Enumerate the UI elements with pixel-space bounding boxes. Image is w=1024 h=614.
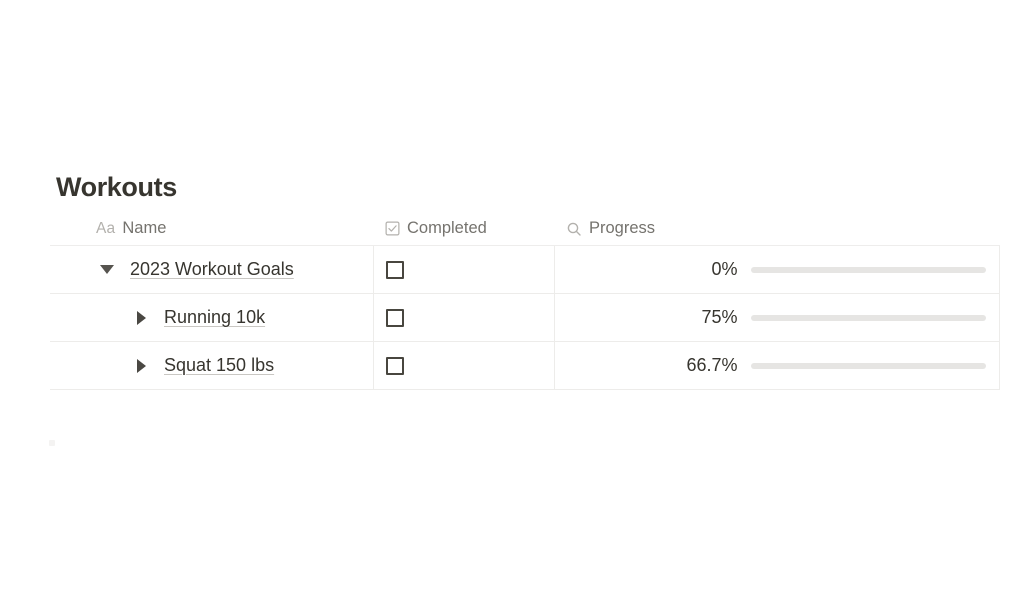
page-title: Workouts: [56, 172, 177, 202]
toggle-collapsed-icon[interactable]: [130, 307, 152, 329]
row-name-link[interactable]: 2023 Workout Goals: [130, 259, 294, 280]
table-body: 2023 Workout Goals 0% Running 10k 75% Sq…: [50, 245, 1000, 390]
progress-value-label: 75%: [701, 307, 738, 327]
progress-value-label: 0%: [711, 259, 738, 279]
search-icon: [566, 221, 582, 237]
checkbox-unchecked-icon[interactable]: [385, 260, 404, 279]
row-name-cell[interactable]: 2023 Workout Goals: [50, 245, 373, 294]
row-name-cell[interactable]: Running 10k: [50, 293, 373, 342]
row-name-cell[interactable]: Squat 150 lbs: [50, 341, 373, 390]
toggle-collapsed-icon[interactable]: [130, 355, 152, 377]
table-header: Aa Name Completed Progress: [50, 212, 999, 246]
row-completed-cell[interactable]: [372, 341, 554, 390]
row-progress-cell[interactable]: 75%: [553, 293, 1000, 342]
workouts-table: Aa Name Completed Progress 2023 Workout …: [50, 212, 1000, 390]
column-header-progress[interactable]: Progress: [554, 212, 999, 246]
checkbox-unchecked-icon[interactable]: [385, 308, 404, 327]
page-artifact-mark: [49, 440, 55, 446]
table-row[interactable]: Running 10k 75%: [50, 293, 1000, 342]
column-header-name[interactable]: Aa Name: [50, 212, 373, 246]
table-row[interactable]: 2023 Workout Goals 0%: [50, 245, 1000, 294]
row-progress-cell[interactable]: 0%: [553, 245, 1000, 294]
column-header-progress-label: Progress: [589, 219, 656, 237]
table-header-row: Aa Name Completed Progress: [50, 212, 999, 246]
row-completed-cell[interactable]: [372, 245, 554, 294]
column-header-name-label: Name: [122, 219, 167, 237]
row-progress-cell[interactable]: 66.7%: [553, 341, 1000, 390]
table-row[interactable]: Squat 150 lbs 66.7%: [50, 341, 1000, 390]
checkbox-checked-icon: [385, 221, 400, 236]
workouts-database-block: Workouts Aa Name Completed Progress 2023…: [50, 170, 1000, 390]
checkbox-unchecked-icon[interactable]: [385, 356, 404, 375]
text-aa-icon: Aa: [96, 219, 116, 237]
column-header-completed[interactable]: Completed: [373, 212, 554, 246]
row-name-link[interactable]: Squat 150 lbs: [164, 355, 274, 376]
progress-bar-track: [750, 314, 986, 321]
progress-bar-track: [750, 362, 986, 369]
column-header-completed-label: Completed: [407, 219, 487, 237]
progress-bar-track: [750, 266, 986, 273]
row-name-link[interactable]: Running 10k: [164, 307, 265, 328]
progress-value-label: 66.7%: [686, 355, 738, 375]
toggle-expanded-icon[interactable]: [96, 259, 118, 281]
row-completed-cell[interactable]: [372, 293, 554, 342]
